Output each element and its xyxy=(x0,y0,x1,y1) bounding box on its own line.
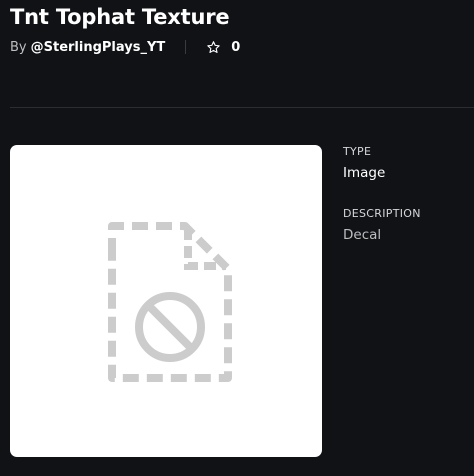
favorite-button[interactable]: 0 xyxy=(206,40,240,55)
asset-meta: By @SterlingPlays_YT 0 xyxy=(10,38,240,56)
asset-title: Tnt Tophat Texture xyxy=(10,5,230,29)
header-divider xyxy=(10,107,474,108)
type-section: TYPE Image xyxy=(343,145,421,181)
by-label: By xyxy=(10,39,27,55)
description-label: DESCRIPTION xyxy=(343,207,421,220)
description-value: Decal xyxy=(343,227,382,243)
asset-thumbnail xyxy=(10,145,322,457)
description-section: DESCRIPTION Decal xyxy=(343,207,421,243)
meta-divider xyxy=(185,40,187,54)
missing-image-icon xyxy=(108,222,232,382)
type-value: Image xyxy=(343,165,386,181)
creator-link[interactable]: @SterlingPlays_YT xyxy=(31,40,166,55)
favorite-count: 0 xyxy=(231,39,241,55)
type-label: TYPE xyxy=(343,145,372,158)
star-outline-icon xyxy=(207,40,220,53)
asset-details: TYPE Image DESCRIPTION Decal xyxy=(343,145,421,243)
